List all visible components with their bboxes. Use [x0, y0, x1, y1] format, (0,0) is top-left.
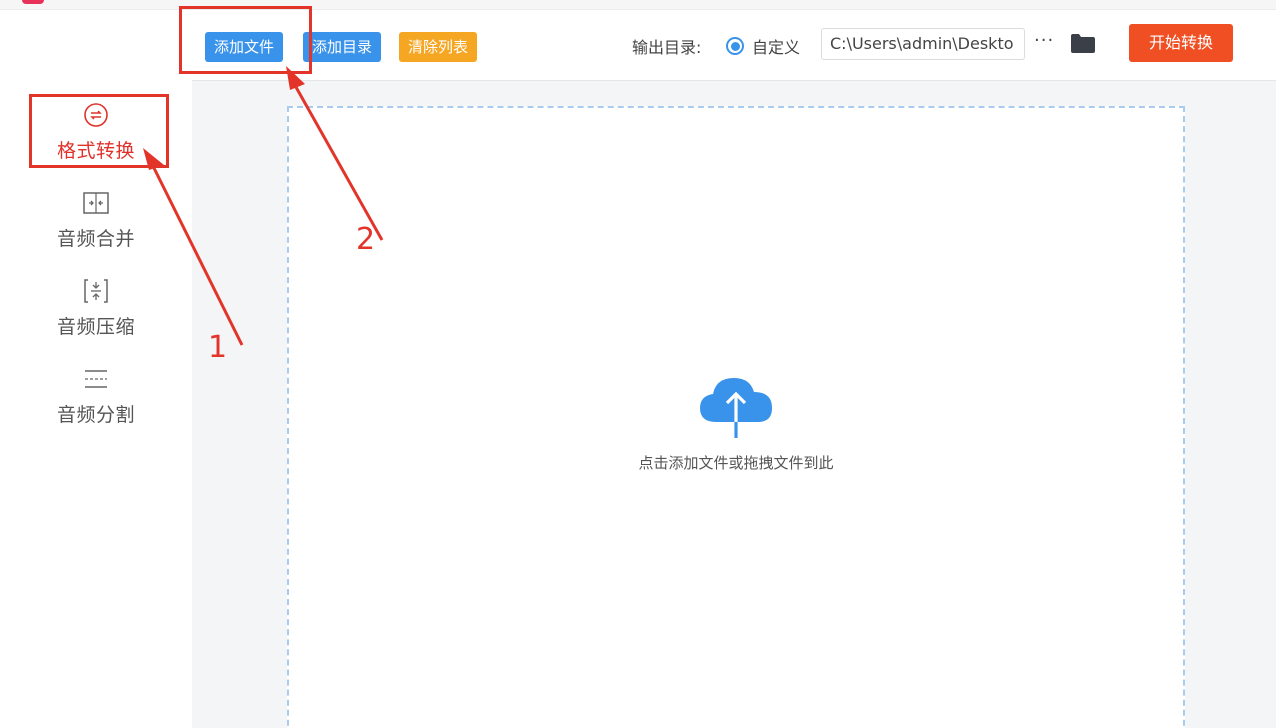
- app-window: 格式转换 音频合并 音频压缩 音频分割 添加文件 添加目录 清除列表 输出目录:…: [0, 0, 1276, 728]
- annotation-step-1: 1: [208, 330, 228, 365]
- annotation-step-2: 2: [356, 222, 376, 257]
- annotation-arrows: [143, 66, 384, 346]
